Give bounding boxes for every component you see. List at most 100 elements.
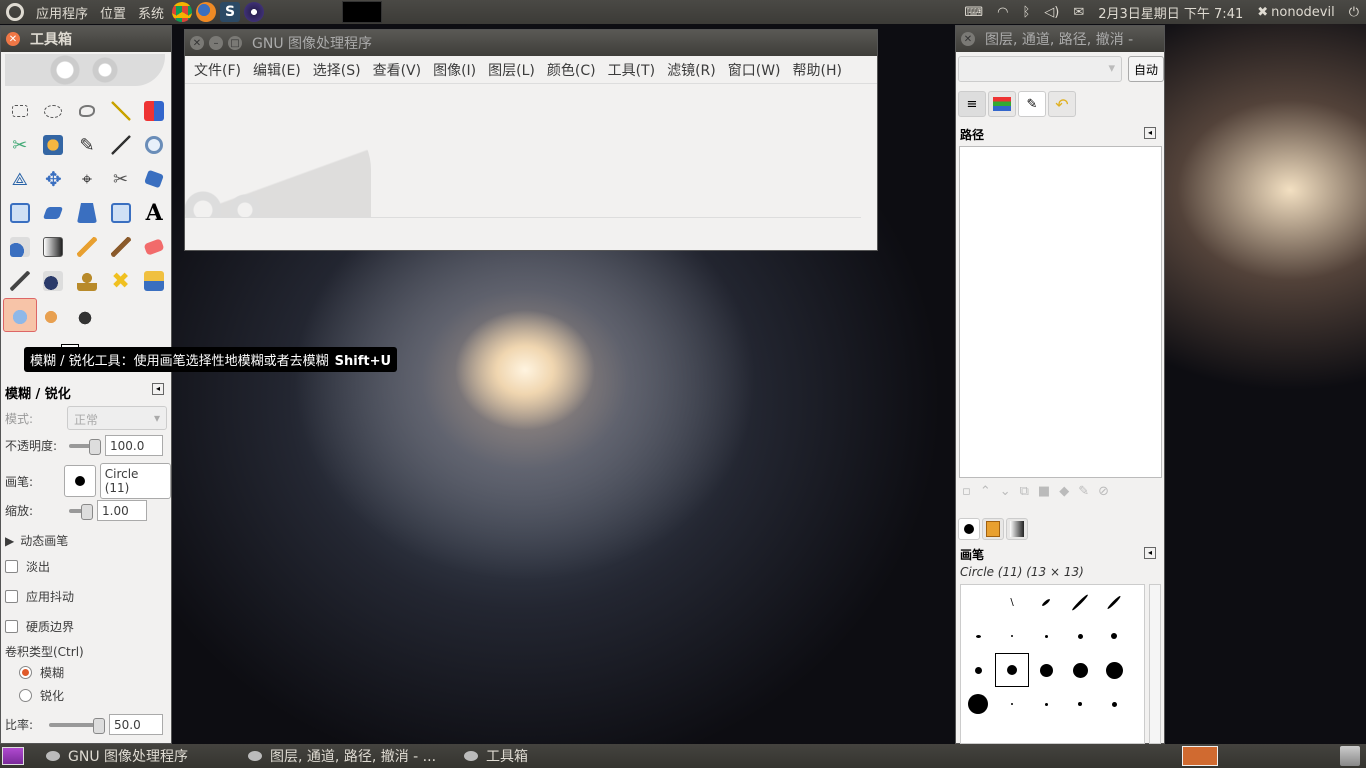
- s-icon[interactable]: S: [220, 2, 241, 22]
- close-icon[interactable]: ✕: [6, 32, 20, 46]
- brush-cell[interactable]: [1097, 687, 1131, 721]
- heal-tool[interactable]: ✖: [104, 264, 138, 298]
- dock-titlebar[interactable]: ✕ 图层, 通道, 路径, 撤消 -: [956, 26, 1164, 52]
- trash-icon[interactable]: [1340, 746, 1360, 766]
- brush-cell[interactable]: [1097, 653, 1131, 687]
- minimize-icon[interactable]: –: [209, 36, 223, 50]
- rate-spin[interactable]: 50.0: [109, 714, 163, 735]
- ink-tool[interactable]: [37, 264, 71, 298]
- wifi-icon[interactable]: ◠: [997, 5, 1008, 20]
- menu-layer[interactable]: 图层(L): [483, 60, 540, 80]
- menu-windows[interactable]: 窗口(W): [723, 60, 786, 80]
- bucket-fill-tool[interactable]: [3, 230, 37, 264]
- select-by-color-tool[interactable]: [137, 94, 171, 128]
- zoom-tool[interactable]: [137, 128, 171, 162]
- clone-tool[interactable]: [70, 264, 104, 298]
- brush-cell[interactable]: [1029, 585, 1063, 619]
- pencil-tool[interactable]: [70, 230, 104, 264]
- crop-tool[interactable]: ✂: [104, 162, 138, 196]
- path-to-selection-icon[interactable]: ■: [1038, 484, 1050, 499]
- options-tab-icon[interactable]: ◂: [152, 383, 164, 395]
- clock[interactable]: 2月3日星期日 下午 7:41: [1098, 3, 1243, 22]
- jitter-checkbox-row[interactable]: 应用抖动: [5, 588, 74, 605]
- close-icon[interactable]: ✕: [961, 32, 975, 46]
- scissors-tool[interactable]: ✂: [3, 128, 37, 162]
- brush-cell[interactable]: [1029, 653, 1063, 687]
- foreground-select-tool[interactable]: [37, 128, 71, 162]
- lower-path-icon[interactable]: ⌄: [1000, 484, 1011, 499]
- smudge-tool[interactable]: [37, 298, 71, 332]
- scale-slider[interactable]: [69, 503, 93, 520]
- brush-cell[interactable]: [1063, 619, 1097, 653]
- brush-cell[interactable]: [1097, 585, 1131, 619]
- menu-filters[interactable]: 滤镜(R): [662, 60, 721, 80]
- menu-applications[interactable]: 应用程序: [30, 3, 94, 22]
- paths-tab-menu-icon[interactable]: ◂: [1144, 127, 1156, 139]
- user-name[interactable]: nonodevil: [1271, 5, 1335, 20]
- text-tool[interactable]: A: [137, 196, 171, 230]
- brush-cell[interactable]: [1063, 653, 1097, 687]
- perspective-tool[interactable]: [70, 196, 104, 230]
- stroke-path-icon[interactable]: ✎: [1078, 484, 1089, 499]
- menu-colors[interactable]: 颜色(C): [542, 60, 601, 80]
- undo-tab-icon[interactable]: ↶: [1048, 91, 1076, 117]
- shear-tool[interactable]: [37, 196, 71, 230]
- menu-file[interactable]: 文件(F): [189, 60, 246, 80]
- auto-button[interactable]: 自动: [1128, 56, 1164, 82]
- rotate-tool[interactable]: [137, 162, 171, 196]
- scale-tool[interactable]: [3, 196, 37, 230]
- mail-icon[interactable]: ✉: [1073, 5, 1084, 20]
- fuzzy-select-tool[interactable]: [104, 94, 138, 128]
- menu-help[interactable]: 帮助(H): [788, 60, 847, 80]
- brush-cell-selected[interactable]: [995, 653, 1029, 687]
- keyboard-icon[interactable]: ⌨: [964, 5, 983, 20]
- show-desktop-icon[interactable]: [2, 747, 24, 765]
- brush-name-field[interactable]: Circle (11): [99, 463, 172, 499]
- brush-cell[interactable]: [961, 687, 995, 721]
- brush-cell[interactable]: [1029, 619, 1063, 653]
- channels-tab-icon[interactable]: [988, 91, 1016, 117]
- opacity-slider[interactable]: [69, 438, 101, 455]
- chrome-icon[interactable]: [172, 2, 193, 22]
- gradients-tab-icon[interactable]: [1006, 518, 1028, 540]
- brush-cell[interactable]: [961, 653, 995, 687]
- paintbrush-tool[interactable]: [104, 230, 138, 264]
- task-gimp-main[interactable]: GNU 图像处理程序: [36, 744, 198, 768]
- sharpen-radio[interactable]: [19, 689, 32, 702]
- brushes-tab-icon[interactable]: [958, 518, 980, 540]
- brush-cell[interactable]: [961, 585, 995, 619]
- dynamics-expander[interactable]: ▶ 动态画笔: [5, 532, 68, 549]
- layers-tab-icon[interactable]: ≡: [958, 91, 986, 117]
- menu-system[interactable]: 系统: [132, 3, 170, 22]
- selection-to-path-icon[interactable]: ◆: [1059, 484, 1069, 499]
- main-titlebar[interactable]: ✕ – □ GNU 图像处理程序: [185, 30, 877, 56]
- toolbox-titlebar[interactable]: ✕ 工具箱: [1, 26, 171, 52]
- brushes-tab-menu-icon[interactable]: ◂: [1144, 547, 1156, 559]
- new-path-icon[interactable]: ▫: [962, 484, 971, 499]
- brush-cell[interactable]: [995, 687, 1029, 721]
- paths-list[interactable]: [959, 146, 1162, 478]
- fade-checkbox[interactable]: [5, 560, 18, 573]
- task-gimp-dock[interactable]: 图层, 通道, 路径, 撤消 - ...: [238, 744, 446, 768]
- close-icon[interactable]: ✕: [190, 36, 204, 50]
- jitter-checkbox[interactable]: [5, 590, 18, 603]
- user-icon[interactable]: ✖: [1257, 5, 1268, 20]
- brush-cell[interactable]: [1029, 687, 1063, 721]
- volume-icon[interactable]: ◁): [1044, 5, 1059, 20]
- sharpen-radio-row[interactable]: 锐化: [19, 687, 64, 704]
- fade-checkbox-row[interactable]: 淡出: [5, 558, 50, 575]
- rect-select-tool[interactable]: [3, 94, 37, 128]
- maximize-icon[interactable]: □: [228, 36, 242, 50]
- perspective-clone-tool[interactable]: [137, 264, 171, 298]
- brush-preview-button[interactable]: [64, 465, 96, 497]
- firefox-icon[interactable]: [196, 2, 217, 22]
- brush-cell[interactable]: [1063, 687, 1097, 721]
- brush-cell[interactable]: [1097, 619, 1131, 653]
- hard-edge-checkbox[interactable]: [5, 620, 18, 633]
- workspace-switcher[interactable]: [1182, 746, 1218, 766]
- power-icon[interactable]: ⏻: [1349, 5, 1359, 20]
- empty-canvas-area[interactable]: [185, 86, 877, 250]
- bluetooth-icon[interactable]: ᛒ: [1022, 5, 1030, 20]
- menu-select[interactable]: 选择(S): [308, 60, 366, 80]
- raise-path-icon[interactable]: ⌃: [980, 484, 991, 499]
